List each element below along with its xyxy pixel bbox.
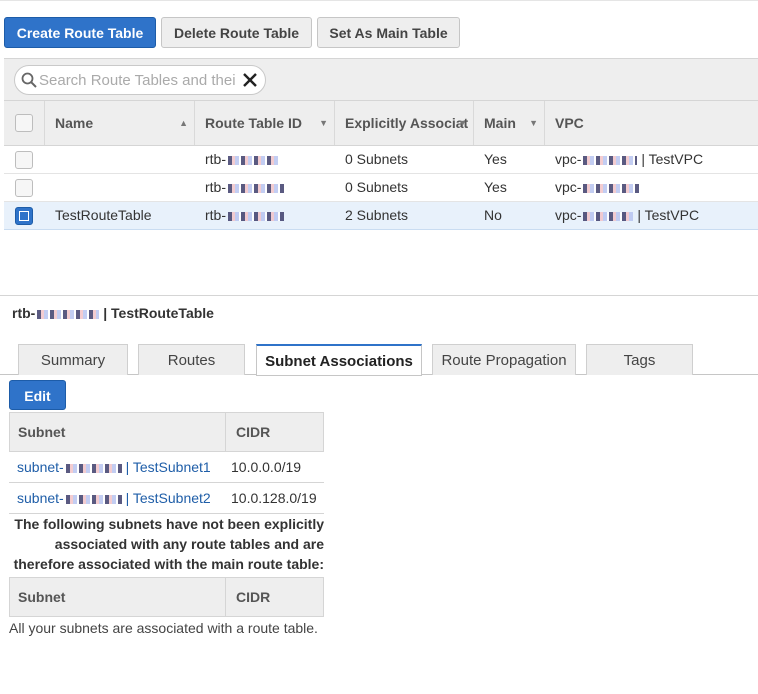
- sort-desc-icon: ▼: [458, 118, 467, 128]
- detail-tabs: Summary Routes Subnet Associations Route…: [0, 343, 758, 376]
- delete-route-table-button[interactable]: Delete Route Table: [161, 17, 312, 48]
- row-route-table-id: rtb-: [195, 146, 335, 173]
- subnet-link[interactable]: subnet- | TestSubnet2: [17, 490, 211, 506]
- tab-summary[interactable]: Summary: [18, 344, 128, 375]
- redacted-vpc: [583, 155, 638, 165]
- redacted-subnet: [65, 494, 122, 504]
- search-icon: [21, 72, 37, 93]
- tab-route-propagation[interactable]: Route Propagation: [432, 344, 576, 375]
- tab-routes[interactable]: Routes: [138, 344, 245, 375]
- edit-button[interactable]: Edit: [9, 380, 66, 410]
- row-id-prefix: rtb-: [205, 179, 226, 195]
- table-row-selected[interactable]: TestRouteTable rtb- 2 Subnets No vpc- | …: [4, 202, 758, 230]
- redacted-vpc: [583, 211, 634, 221]
- tab-tags[interactable]: Tags: [586, 344, 693, 375]
- subnet-id-prefix: subnet-: [17, 459, 64, 475]
- redacted-id: [228, 211, 284, 221]
- create-route-table-button[interactable]: Create Route Table: [4, 17, 156, 48]
- col-header-subnet: Subnet: [10, 413, 226, 451]
- sort-asc-icon: ▲: [179, 118, 188, 128]
- row-checkbox-checked[interactable]: [15, 207, 33, 225]
- row-route-table-id: rtb-: [195, 202, 335, 229]
- row-route-table-id: rtb-: [195, 174, 335, 201]
- col-header-main[interactable]: Main ▼: [474, 101, 545, 145]
- table-row[interactable]: rtb- 0 Subnets Yes vpc-: [4, 174, 758, 202]
- row-name: [45, 174, 195, 201]
- col-header-cidr: CIDR: [236, 589, 271, 605]
- grid-header: Name ▲ Route Table ID ▼ Explicitly Assoc…: [4, 101, 758, 146]
- row-associations: 0 Subnets: [345, 179, 409, 195]
- row-main: Yes: [484, 179, 507, 195]
- search-input[interactable]: [39, 70, 235, 90]
- select-all-checkbox[interactable]: [15, 114, 33, 132]
- redacted-id: [228, 183, 284, 193]
- empty-message: All your subnets are associated with a r…: [9, 620, 318, 636]
- col-header-vpc-label: VPC: [555, 115, 584, 131]
- clear-icon[interactable]: [241, 71, 259, 94]
- col-header-name-label: Name: [55, 115, 94, 131]
- col-header-id-label: Route Table ID: [205, 115, 302, 131]
- row-checkbox[interactable]: [15, 179, 33, 197]
- redacted-id: [37, 309, 100, 319]
- col-header-id[interactable]: Route Table ID ▼: [195, 101, 335, 145]
- row-vpc: vpc- | TestVPC: [545, 202, 758, 229]
- col-header-main-label: Main: [484, 115, 516, 131]
- row-id-prefix: rtb-: [205, 207, 226, 223]
- select-all-cell: [4, 101, 45, 145]
- search-box: [14, 65, 266, 95]
- row-id-prefix: rtb-: [205, 151, 226, 167]
- row-vpc: vpc-: [545, 174, 758, 201]
- col-header-name[interactable]: Name ▲: [45, 101, 195, 145]
- subnet-cell: subnet- | TestSubnet1: [9, 452, 211, 482]
- row-vpc: vpc- | TestVPC: [545, 146, 758, 173]
- cidr-cell: 10.0.0.0/19: [231, 459, 302, 475]
- sort-desc-icon: ▼: [529, 118, 538, 128]
- table-row[interactable]: rtb- 0 Subnets Yes vpc- | TestVPC: [4, 146, 758, 174]
- tab-subnet-associations[interactable]: Subnet Associations: [256, 344, 422, 376]
- unassociated-note: The following subnets have not been expl…: [13, 516, 324, 572]
- detail-title-prefix: rtb-: [12, 305, 36, 321]
- col-header-explicitly-associated[interactable]: Explicitly Associat ▼: [335, 101, 474, 145]
- subnet-name: | TestSubnet2: [125, 490, 211, 506]
- detail-title: rtb- | TestRouteTable: [12, 305, 214, 321]
- col-header-vpc[interactable]: VPC: [545, 101, 758, 145]
- row-vpc-name: | TestVPC: [637, 207, 700, 223]
- row-vpc-name: | TestVPC: [641, 151, 704, 167]
- col-header-assoc-label: Explicitly Associat: [345, 115, 469, 131]
- sort-desc-icon: ▼: [319, 118, 328, 128]
- table-row: subnet- | TestSubnet2 10.0.128.0/19: [9, 483, 324, 514]
- col-header-cidr: CIDR: [236, 424, 271, 440]
- toolbar: Create Route Table Delete Route Table Se…: [0, 0, 758, 59]
- subnet-cell: subnet- | TestSubnet2: [9, 483, 211, 513]
- subnet-link[interactable]: subnet- | TestSubnet1: [17, 459, 211, 475]
- set-as-main-table-button[interactable]: Set As Main Table: [317, 17, 460, 48]
- row-vpc-prefix: vpc-: [555, 151, 582, 167]
- row-checkbox[interactable]: [15, 151, 33, 169]
- row-vpc-prefix: vpc-: [555, 207, 582, 223]
- col-header-subnet: Subnet: [10, 578, 226, 616]
- associated-subnets-header: Subnet CIDR: [9, 412, 324, 452]
- row-main: No: [484, 207, 502, 223]
- row-name: TestRouteTable: [55, 207, 152, 223]
- table-row: subnet- | TestSubnet1 10.0.0.0/19: [9, 452, 324, 483]
- filter-bar: [4, 58, 758, 101]
- row-associations: 0 Subnets: [345, 151, 409, 167]
- pane-divider[interactable]: [0, 295, 758, 296]
- subnet-id-prefix: subnet-: [17, 490, 64, 506]
- unassociated-subnets-header: Subnet CIDR: [9, 577, 324, 617]
- detail-title-name: | TestRouteTable: [103, 305, 214, 321]
- redacted-id: [228, 155, 278, 165]
- row-associations: 2 Subnets: [345, 207, 409, 223]
- cidr-cell: 10.0.128.0/19: [231, 490, 317, 506]
- row-name: [45, 146, 195, 173]
- subnet-name: | TestSubnet1: [125, 459, 211, 475]
- redacted-vpc: [583, 183, 640, 193]
- row-main: Yes: [484, 151, 507, 167]
- row-vpc-prefix: vpc-: [555, 179, 582, 195]
- redacted-subnet: [65, 463, 122, 473]
